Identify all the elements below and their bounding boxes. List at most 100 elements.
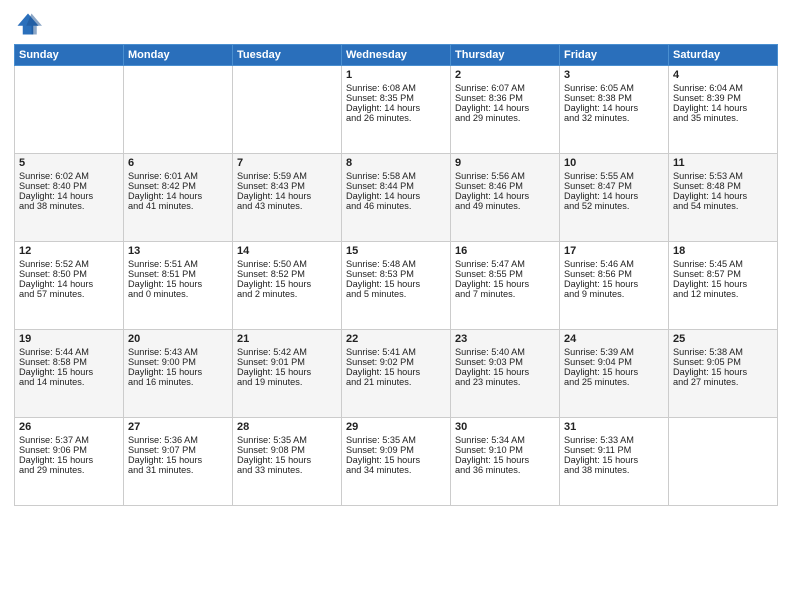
day-number: 5 [19, 157, 119, 169]
cell-info-line: Sunset: 8:58 PM [19, 357, 119, 367]
cell-info-line: Sunrise: 5:35 AM [346, 435, 446, 445]
cell-info-line: Daylight: 14 hours [346, 191, 446, 201]
calendar-cell: 16Sunrise: 5:47 AMSunset: 8:55 PMDayligh… [451, 242, 560, 330]
cell-info-line: Sunset: 8:36 PM [455, 93, 555, 103]
cell-info-line: Sunrise: 5:43 AM [128, 347, 228, 357]
calendar-cell: 25Sunrise: 5:38 AMSunset: 9:05 PMDayligh… [669, 330, 778, 418]
day-number: 19 [19, 333, 119, 345]
cell-info-line: Daylight: 14 hours [455, 103, 555, 113]
weekday-header: Monday [124, 45, 233, 66]
cell-info-line: Sunrise: 5:58 AM [346, 171, 446, 181]
cell-info-line: Sunrise: 6:08 AM [346, 83, 446, 93]
cell-info-line: and 52 minutes. [564, 201, 664, 211]
day-number: 1 [346, 69, 446, 81]
cell-info-line: Daylight: 14 hours [564, 191, 664, 201]
day-number: 14 [237, 245, 337, 257]
day-number: 27 [128, 421, 228, 433]
logo [14, 10, 46, 38]
cell-info-line: and 0 minutes. [128, 289, 228, 299]
cell-info-line: Sunrise: 5:33 AM [564, 435, 664, 445]
calendar-cell: 18Sunrise: 5:45 AMSunset: 8:57 PMDayligh… [669, 242, 778, 330]
cell-info-line: and 43 minutes. [237, 201, 337, 211]
cell-info-line: and 54 minutes. [673, 201, 773, 211]
cell-info-line: Daylight: 14 hours [19, 279, 119, 289]
calendar-cell: 13 Sunrise: 5:51 AMSunset: 8:51 PMDayligh… [124, 242, 233, 330]
cell-info-line: and 19 minutes. [237, 377, 337, 387]
cell-info-line: Daylight: 14 hours [673, 103, 773, 113]
cell-info-line: Daylight: 14 hours [237, 191, 337, 201]
cell-info-line: and 57 minutes. [19, 289, 119, 299]
cell-info-line: Daylight: 15 hours [455, 455, 555, 465]
cell-info-line: Daylight: 14 hours [564, 103, 664, 113]
cell-info-line: Daylight: 15 hours [237, 367, 337, 377]
cell-info-line: Sunset: 8:57 PM [673, 269, 773, 279]
day-number: 13 [128, 245, 228, 257]
cell-info-line: Sunset: 8:52 PM [237, 269, 337, 279]
cell-info-line: Sunrise: 5:59 AM [237, 171, 337, 181]
cell-info-line: Sunrise: 5:47 AM [455, 259, 555, 269]
cell-info-line: and 32 minutes. [564, 113, 664, 123]
calendar-cell: 12Sunrise: 5:52 AMSunset: 8:50 PMDayligh… [15, 242, 124, 330]
calendar-cell: 14Sunrise: 5:50 AMSunset: 8:52 PMDayligh… [233, 242, 342, 330]
cell-info-line: Sunset: 8:44 PM [346, 181, 446, 191]
day-number: 21 [237, 333, 337, 345]
calendar-week-row: 19Sunrise: 5:44 AMSunset: 8:58 PMDayligh… [15, 330, 778, 418]
cell-info-line: Daylight: 14 hours [19, 191, 119, 201]
cell-info-line: and 14 minutes. [19, 377, 119, 387]
calendar-cell: 1Sunrise: 6:08 AMSunset: 8:35 PMDaylight… [342, 66, 451, 154]
day-number: 4 [673, 69, 773, 81]
cell-info-line: Daylight: 15 hours [19, 455, 119, 465]
day-number: 31 [564, 421, 664, 433]
cell-info-line: Daylight: 15 hours [564, 455, 664, 465]
page: SundayMondayTuesdayWednesdayThursdayFrid… [0, 0, 792, 612]
calendar-cell: 23Sunrise: 5:40 AMSunset: 9:03 PMDayligh… [451, 330, 560, 418]
cell-info-line: Daylight: 15 hours [19, 367, 119, 377]
cell-info-line: and 5 minutes. [346, 289, 446, 299]
calendar-cell: 10Sunrise: 5:55 AMSunset: 8:47 PMDayligh… [560, 154, 669, 242]
calendar-cell: 19Sunrise: 5:44 AMSunset: 8:58 PMDayligh… [15, 330, 124, 418]
calendar-cell [15, 66, 124, 154]
cell-info-line: Daylight: 15 hours [128, 279, 228, 289]
cell-info-line: Sunset: 8:53 PM [346, 269, 446, 279]
cell-info-line: and 36 minutes. [455, 465, 555, 475]
cell-info-line: Sunrise: 5:37 AM [19, 435, 119, 445]
cell-info-line: Sunrise: 5:38 AM [673, 347, 773, 357]
calendar-cell: 21Sunrise: 5:42 AMSunset: 9:01 PMDayligh… [233, 330, 342, 418]
cell-info-line: and 38 minutes. [564, 465, 664, 475]
cell-info-line: and 2 minutes. [237, 289, 337, 299]
cell-info-line: Sunrise: 5:52 AM [19, 259, 119, 269]
cell-info-line: Sunrise: 5:42 AM [237, 347, 337, 357]
weekday-header: Wednesday [342, 45, 451, 66]
cell-info-line: Sunset: 8:35 PM [346, 93, 446, 103]
cell-info-line: Sunrise: 5:48 AM [346, 259, 446, 269]
calendar-cell: 7Sunrise: 5:59 AMSunset: 8:43 PMDaylight… [233, 154, 342, 242]
cell-info-line: Sunrise: 5:35 AM [237, 435, 337, 445]
cell-info-line: Sunset: 9:11 PM [564, 445, 664, 455]
cell-info-line: Sunrise: 6:01 AM [128, 171, 228, 181]
cell-info-line: and 21 minutes. [346, 377, 446, 387]
cell-info-line: Sunrise: 5:55 AM [564, 171, 664, 181]
day-number: 24 [564, 333, 664, 345]
cell-info-line: and 23 minutes. [455, 377, 555, 387]
cell-info-line: Daylight: 15 hours [237, 455, 337, 465]
day-number: 25 [673, 333, 773, 345]
calendar-cell: 5Sunrise: 6:02 AMSunset: 8:40 PMDaylight… [15, 154, 124, 242]
cell-info-line: Sunrise: 5:53 AM [673, 171, 773, 181]
day-number: 9 [455, 157, 555, 169]
day-number: 30 [455, 421, 555, 433]
cell-info-line: Sunset: 8:39 PM [673, 93, 773, 103]
cell-info-line: Sunset: 8:56 PM [564, 269, 664, 279]
cell-info-line: Sunrise: 5:51 AM [128, 259, 228, 269]
calendar-week-row: 5Sunrise: 6:02 AMSunset: 8:40 PMDaylight… [15, 154, 778, 242]
calendar-cell: 30Sunrise: 5:34 AMSunset: 9:10 PMDayligh… [451, 418, 560, 506]
calendar-cell: 27Sunrise: 5:36 AMSunset: 9:07 PMDayligh… [124, 418, 233, 506]
cell-info-line: Daylight: 14 hours [673, 191, 773, 201]
cell-info-line: Sunrise: 6:07 AM [455, 83, 555, 93]
day-number: 28 [237, 421, 337, 433]
cell-info-line: Sunset: 8:55 PM [455, 269, 555, 279]
cell-info-line: Sunrise: 5:50 AM [237, 259, 337, 269]
cell-info-line: Sunset: 8:51 PM [128, 269, 228, 279]
day-number: 23 [455, 333, 555, 345]
calendar-cell: 24Sunrise: 5:39 AMSunset: 9:04 PMDayligh… [560, 330, 669, 418]
cell-info-line: Sunrise: 5:36 AM [128, 435, 228, 445]
